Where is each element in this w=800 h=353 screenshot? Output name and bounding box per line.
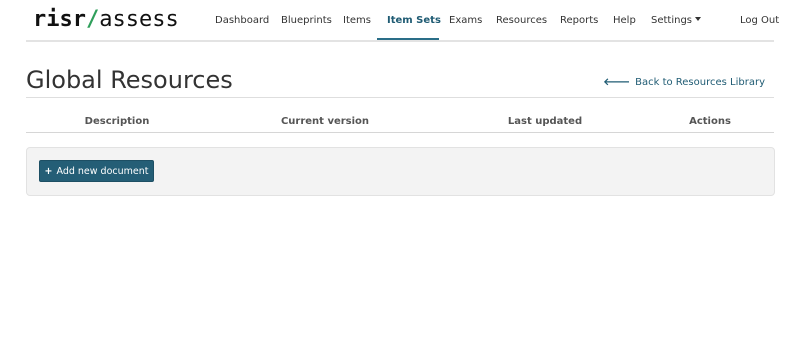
column-header-last-updated: Last updated — [507, 116, 583, 127]
back-link-label: Back to Resources Library — [635, 77, 765, 88]
nav-settings-dropdown[interactable]: Settings — [651, 14, 702, 28]
logo-slash: / — [85, 7, 100, 32]
add-new-document-button[interactable]: + Add new document — [39, 160, 154, 182]
nav-item-sets[interactable]: Item Sets — [387, 14, 441, 28]
nav-log-out[interactable]: Log Out — [740, 14, 779, 28]
page-title: Global Resources — [26, 66, 233, 94]
nav-blueprints[interactable]: Blueprints — [281, 14, 332, 28]
column-header-current-version: Current version — [280, 116, 370, 127]
nav-resources[interactable]: Resources — [496, 14, 547, 28]
add-new-document-label: Add new document — [56, 166, 149, 177]
logo-assess-text: assess — [99, 7, 179, 32]
column-header-actions: Actions — [689, 116, 731, 127]
nav-dashboard[interactable]: Dashboard — [215, 14, 269, 28]
nav-items[interactable]: Items — [343, 14, 371, 28]
resources-table-header: Description Current version Last updated… — [26, 112, 774, 133]
nav-exams[interactable]: Exams — [449, 14, 482, 28]
column-header-description: Description — [84, 116, 150, 127]
title-divider — [26, 97, 774, 98]
plus-icon: + — [44, 166, 53, 177]
resources-panel: + Add new document — [26, 147, 775, 196]
nav-help[interactable]: Help — [613, 14, 636, 28]
back-to-resources-library-link[interactable]: 🡐 Back to Resources Library — [603, 76, 765, 90]
caret-down-icon — [695, 17, 702, 21]
top-navbar: risr/assess Dashboard Blueprints Items I… — [26, 0, 779, 42]
logo-risr-text: risr — [33, 7, 86, 32]
arrow-left-icon: 🡐 — [603, 77, 631, 88]
nav-settings-label: Settings — [651, 15, 693, 26]
risr-assess-logo[interactable]: risr/assess — [33, 6, 179, 34]
active-tab-indicator — [377, 38, 439, 40]
nav-reports[interactable]: Reports — [560, 14, 598, 28]
